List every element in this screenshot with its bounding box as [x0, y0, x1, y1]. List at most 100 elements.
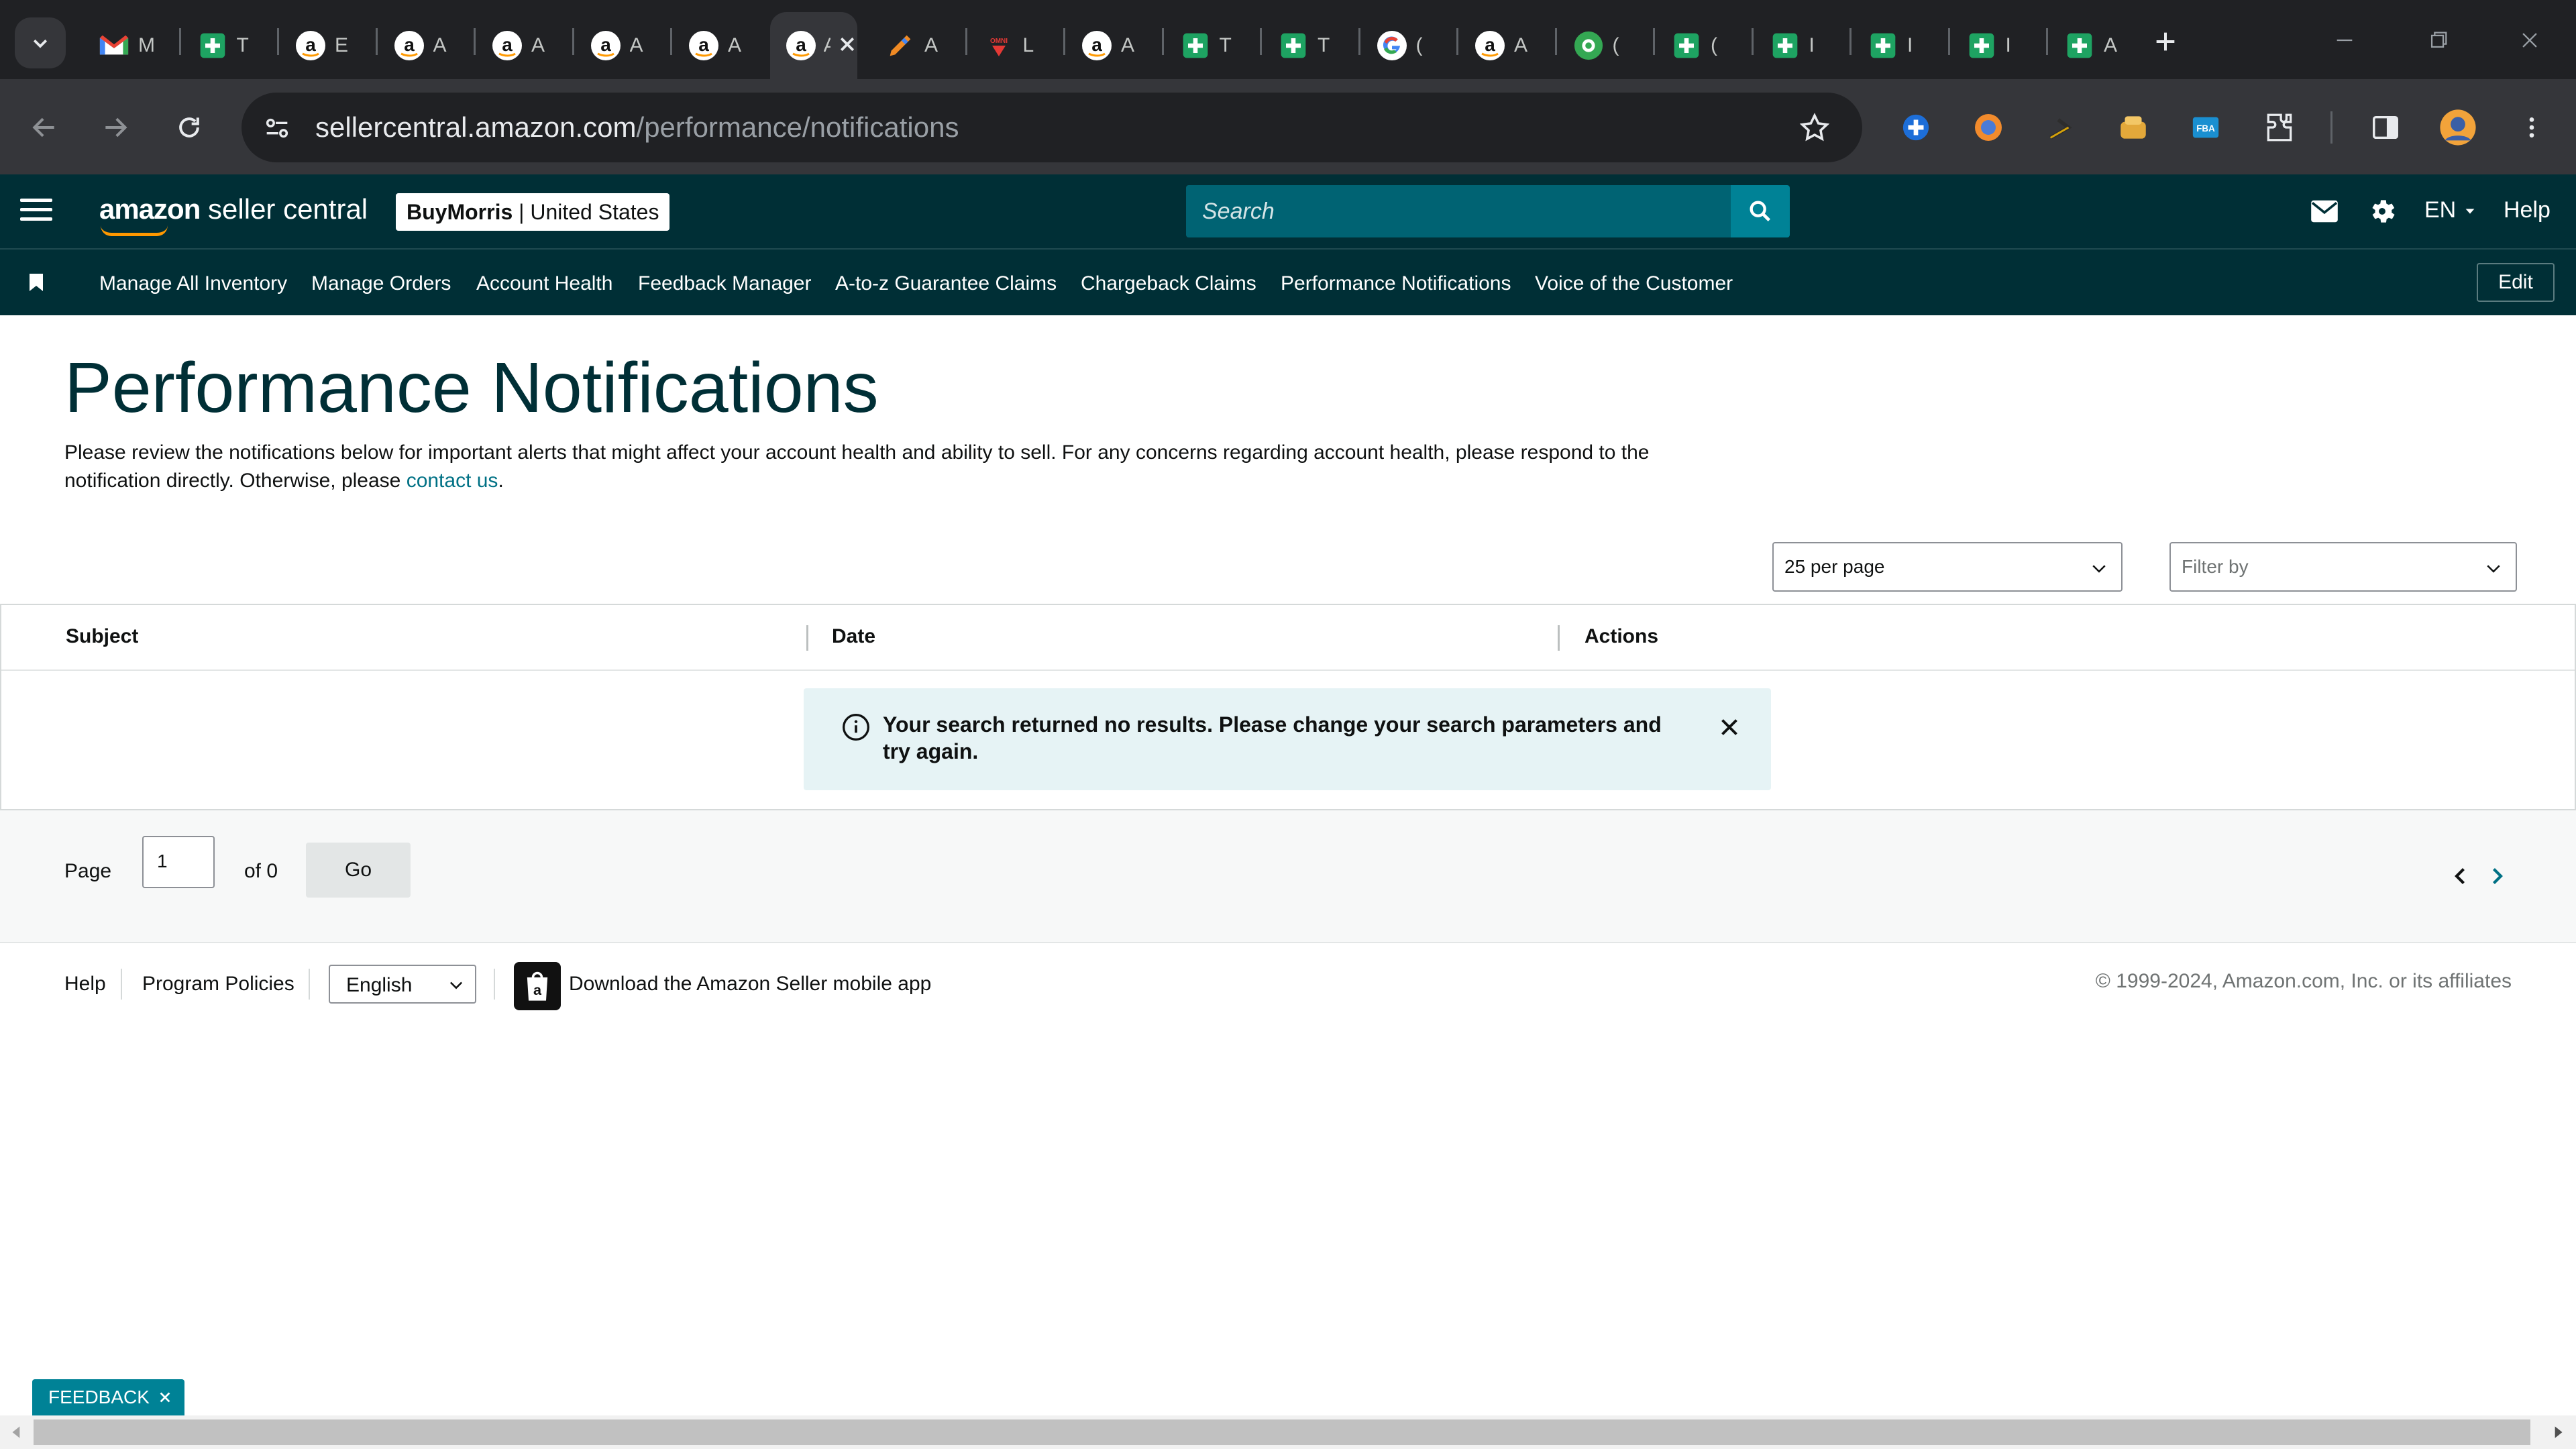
filter-by-select[interactable]: Filter by: [2169, 542, 2517, 592]
browser-tab[interactable]: A: [868, 12, 966, 79]
browser-tab[interactable]: (: [1360, 12, 1458, 79]
tab-search-button[interactable]: [15, 17, 66, 68]
previous-page-icon[interactable]: [2449, 864, 2473, 888]
amazon-icon: a: [490, 28, 525, 63]
extension-arrow-icon[interactable]: [2039, 106, 2082, 149]
tab-title: (: [1612, 34, 1619, 56]
side-panel-icon[interactable]: [2364, 106, 2407, 149]
restore-icon: [2430, 32, 2447, 48]
amazon-icon: a: [392, 28, 427, 63]
browser-menu-button[interactable]: [2510, 106, 2553, 149]
help-link[interactable]: Help: [2504, 197, 2551, 223]
back-button[interactable]: [20, 103, 68, 152]
extensions-puzzle-icon[interactable]: [2258, 106, 2301, 149]
browser-tab[interactable]: I: [1753, 12, 1851, 79]
scroll-left-icon[interactable]: [8, 1424, 25, 1441]
amazon-icon: a: [588, 28, 623, 63]
nav-link-manage-orders[interactable]: Manage Orders: [311, 272, 451, 295]
per-page-value: 25 per page: [1784, 556, 1885, 577]
browser-tab[interactable]: OMNI L: [967, 12, 1065, 79]
footer-language-select[interactable]: English: [329, 965, 476, 1004]
browser-tab[interactable]: M: [82, 12, 180, 79]
per-page-select[interactable]: 25 per page: [1772, 542, 2123, 592]
extension-medical-icon[interactable]: [1894, 106, 1937, 149]
contact-us-link[interactable]: contact us: [407, 470, 498, 492]
new-tab-button[interactable]: [2144, 20, 2187, 63]
reload-button[interactable]: [165, 103, 213, 152]
nav-link-manage-all-inventory[interactable]: Manage All Inventory: [99, 272, 287, 295]
hamburger-menu-icon[interactable]: [20, 199, 52, 225]
amazon-seller-central-logo[interactable]: amazon seller central: [99, 193, 368, 236]
nav-link-a-to-z-guarantee-claims[interactable]: A-to-z Guarantee Claims: [835, 272, 1057, 295]
bookmark-star-icon[interactable]: [1798, 111, 1831, 145]
site-settings-icon[interactable]: [262, 113, 292, 144]
browser-tab[interactable]: aA: [377, 12, 475, 79]
forward-button[interactable]: [91, 103, 140, 152]
browser-tab[interactable]: aA: [475, 12, 573, 79]
footer-language-value: English: [346, 974, 413, 996]
dismiss-alert-icon[interactable]: [1717, 715, 1741, 739]
amazon-app-icon[interactable]: a: [514, 962, 561, 1010]
browser-tab[interactable]: aA: [1458, 12, 1556, 79]
browser-tab[interactable]: aE: [278, 12, 376, 79]
settings-gear-icon[interactable]: [2365, 196, 2399, 227]
browser-tab[interactable]: A: [2047, 12, 2145, 79]
nav-link-voice-of-the-customer[interactable]: Voice of the Customer: [1535, 272, 1733, 295]
browser-tab[interactable]: T: [180, 12, 278, 79]
browser-tab[interactable]: aA: [574, 12, 672, 79]
nav-link-chargeback-claims[interactable]: Chargeback Claims: [1081, 272, 1256, 295]
profile-avatar[interactable]: [2436, 106, 2479, 149]
tab-title: (: [1415, 34, 1423, 56]
edit-bookmarks-button[interactable]: Edit: [2477, 263, 2555, 302]
search-input[interactable]: Search: [1186, 185, 1731, 237]
extension-fba-icon[interactable]: FBA: [2184, 106, 2227, 149]
browser-tab[interactable]: (: [1654, 12, 1752, 79]
close-icon[interactable]: [158, 1390, 172, 1405]
horizontal-scrollbar[interactable]: [0, 1415, 2576, 1449]
minimize-button[interactable]: [2314, 15, 2375, 66]
bookmark-icon[interactable]: [30, 274, 43, 291]
program-policies-link[interactable]: Program Policies: [142, 973, 294, 996]
feedback-button[interactable]: FEEDBACK: [32, 1379, 184, 1415]
column-header-date[interactable]: Date: [832, 625, 875, 648]
more-vertical-icon: [2529, 117, 2534, 138]
close-tab-icon[interactable]: [837, 34, 857, 58]
nav-link-performance-notifications[interactable]: Performance Notifications: [1281, 272, 1511, 295]
column-divider: [806, 625, 808, 651]
page-number-input[interactable]: 1: [142, 836, 215, 888]
browser-tab[interactable]: (: [1556, 12, 1654, 79]
browser-tab[interactable]: aA: [1065, 12, 1163, 79]
footer-help-link[interactable]: Help: [64, 973, 106, 996]
next-page-icon[interactable]: [2485, 864, 2509, 888]
svg-text:a: a: [533, 981, 542, 998]
tab-title: E: [335, 34, 349, 56]
go-button[interactable]: Go: [306, 843, 411, 898]
nav-link-account-health[interactable]: Account Health: [476, 272, 612, 295]
address-bar[interactable]: sellercentral.amazon.com/performance/not…: [241, 93, 1862, 162]
extension-basket-icon[interactable]: [2112, 106, 2155, 149]
browser-tab[interactable]: T: [1163, 12, 1261, 79]
browser-tab[interactable]: I: [1949, 12, 2047, 79]
reload-icon: [179, 117, 199, 138]
svg-text:a: a: [502, 34, 513, 55]
browser-tab[interactable]: I: [1851, 12, 1949, 79]
browser-tab[interactable]: T: [1261, 12, 1359, 79]
page-title: Performance Notifications: [64, 348, 879, 427]
scrollbar-thumb[interactable]: [34, 1419, 2530, 1445]
svg-text:a: a: [1091, 34, 1102, 55]
language-selector[interactable]: EN: [2424, 197, 2477, 223]
download-app-link[interactable]: Download the Amazon Seller mobile app: [569, 973, 931, 996]
nav-link-feedback-manager[interactable]: Feedback Manager: [638, 272, 812, 295]
close-window-button[interactable]: [2500, 15, 2560, 66]
browser-tab[interactable]: aA: [672, 12, 769, 79]
svg-text:a: a: [404, 34, 415, 55]
column-header-subject[interactable]: Subject: [66, 625, 138, 648]
extension-orange-icon[interactable]: [1967, 106, 2010, 149]
search-button[interactable]: [1731, 185, 1790, 237]
restore-button[interactable]: [2408, 15, 2469, 66]
browser-tab[interactable]: aA: [769, 12, 857, 79]
mail-icon[interactable]: [2308, 196, 2341, 227]
scroll-right-icon[interactable]: [2549, 1424, 2567, 1441]
no-results-message: Your search returned no results. Please …: [883, 712, 1662, 763]
store-switcher[interactable]: BuyMorris | United States: [396, 193, 670, 231]
